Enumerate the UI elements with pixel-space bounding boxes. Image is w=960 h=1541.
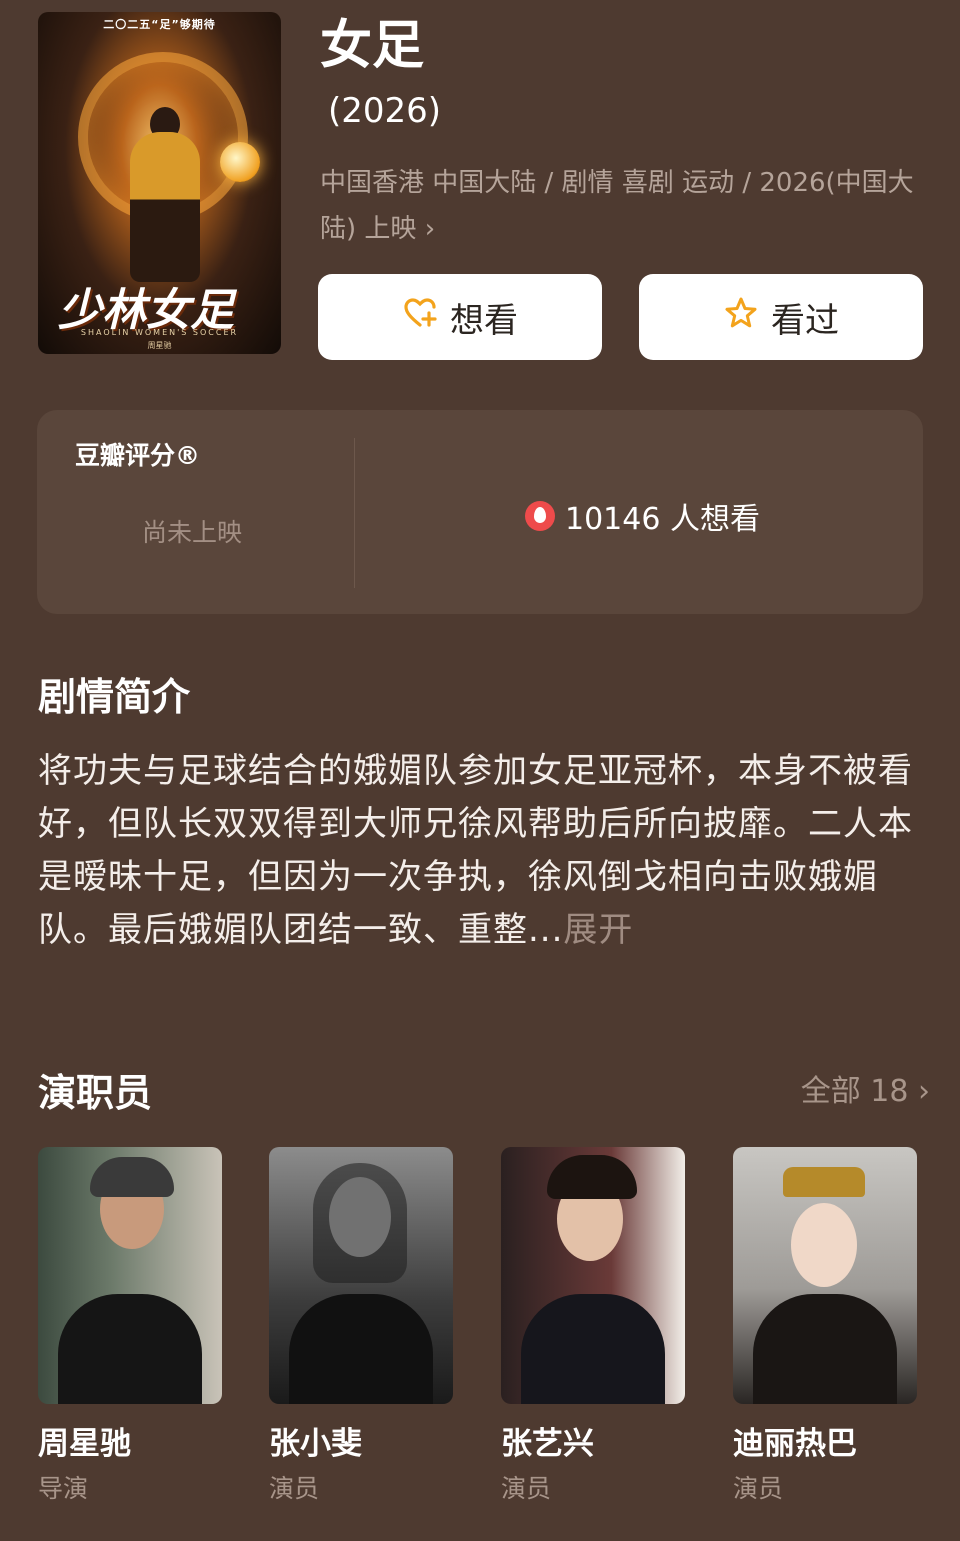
cast-photo xyxy=(501,1147,685,1404)
cast-name: 迪丽热巴 xyxy=(733,1426,857,1462)
hair-graphic xyxy=(547,1155,637,1199)
rating-card: 豆瓣评分® 尚未上映 10146 人想看 xyxy=(37,410,923,614)
want-to-watch-button[interactable]: 想看 xyxy=(318,274,602,360)
cast-photo xyxy=(733,1147,917,1404)
movie-poster[interactable]: 二〇二五“足”够期待 少林女足 SHAOLIN WOMEN'S SOCCER 周… xyxy=(38,12,281,354)
wish-count[interactable]: 10146 人想看 xyxy=(525,494,760,538)
poster-credit: 周星驰 xyxy=(147,341,172,350)
synopsis-body: 将功夫与足球结合的娥媚队参加女足亚冠杯，本身不被看好，但队长双双得到大师兄徐风帮… xyxy=(38,745,918,957)
seen-label: 看过 xyxy=(771,300,839,341)
poster-top-text: 二〇二五“足”够期待 xyxy=(103,18,216,31)
cast-section-title: 演职员 xyxy=(38,1071,153,1115)
cast-name: 张艺兴 xyxy=(501,1426,594,1462)
poster-logo-en: SHAOLIN WOMEN'S SOCCER xyxy=(80,328,239,337)
star-icon xyxy=(723,295,759,340)
cast-card[interactable]: 迪丽热巴 演员 xyxy=(733,1147,917,1505)
chevron-right-icon: › xyxy=(918,1074,930,1109)
cast-role: 演员 xyxy=(269,1474,320,1503)
cast-role: 导演 xyxy=(38,1474,89,1503)
heart-plus-icon xyxy=(402,295,438,340)
player-figure-graphic xyxy=(130,132,200,282)
cast-role: 演员 xyxy=(733,1474,784,1503)
cast-photo xyxy=(38,1147,222,1404)
suit-graphic xyxy=(753,1294,897,1404)
rating-status: 尚未上映 xyxy=(142,518,243,547)
synopsis-expand-link[interactable]: 展开 xyxy=(563,910,633,950)
synopsis-title: 剧情简介 xyxy=(38,675,191,719)
hair-graphic xyxy=(313,1163,407,1283)
cast-name: 周星驰 xyxy=(38,1426,131,1462)
cast-card[interactable]: 张小斐 演员 xyxy=(269,1147,453,1505)
suit-graphic xyxy=(58,1294,202,1404)
hair-graphic xyxy=(90,1157,174,1197)
cast-photo xyxy=(269,1147,453,1404)
want-label: 想看 xyxy=(450,300,518,341)
movie-detail-page: 二〇二五“足”够期待 少林女足 SHAOLIN WOMEN'S SOCCER 周… xyxy=(0,0,960,1541)
movie-meta-text: 中国香港 中国大陆 / 剧情 喜剧 运动 / 2026(中国大陆) 上映 xyxy=(320,168,914,244)
soccer-ball-graphic xyxy=(220,142,260,182)
cast-all-label: 全部 18 xyxy=(800,1074,909,1109)
fire-icon xyxy=(525,501,555,531)
synopsis-text: 将功夫与足球结合的娥媚队参加女足亚冠杯，本身不被看好，但队长双双得到大师兄徐风帮… xyxy=(38,751,913,950)
suit-graphic xyxy=(289,1294,433,1404)
cast-view-all-link[interactable]: 全部 18 › xyxy=(801,1066,930,1110)
movie-title: 女足 xyxy=(320,16,425,76)
crown-graphic xyxy=(783,1167,865,1197)
rating-divider xyxy=(354,438,355,588)
wish-count-text: 10146 人想看 xyxy=(565,502,760,537)
cast-card[interactable]: 张艺兴 演员 xyxy=(501,1147,685,1505)
movie-meta-link[interactable]: 中国香港 中国大陆 / 剧情 喜剧 运动 / 2026(中国大陆) 上映 › xyxy=(320,160,920,252)
suit-graphic xyxy=(521,1294,665,1404)
movie-year: (2026) xyxy=(328,91,442,131)
cast-name: 张小斐 xyxy=(269,1426,362,1462)
douban-rating-label: 豆瓣评分® xyxy=(75,441,201,470)
face-graphic xyxy=(791,1203,857,1287)
cast-role: 演员 xyxy=(501,1474,552,1503)
chevron-right-icon: › xyxy=(424,214,436,244)
watched-button[interactable]: 看过 xyxy=(639,274,923,360)
cast-card[interactable]: 周星驰 导演 xyxy=(38,1147,222,1505)
